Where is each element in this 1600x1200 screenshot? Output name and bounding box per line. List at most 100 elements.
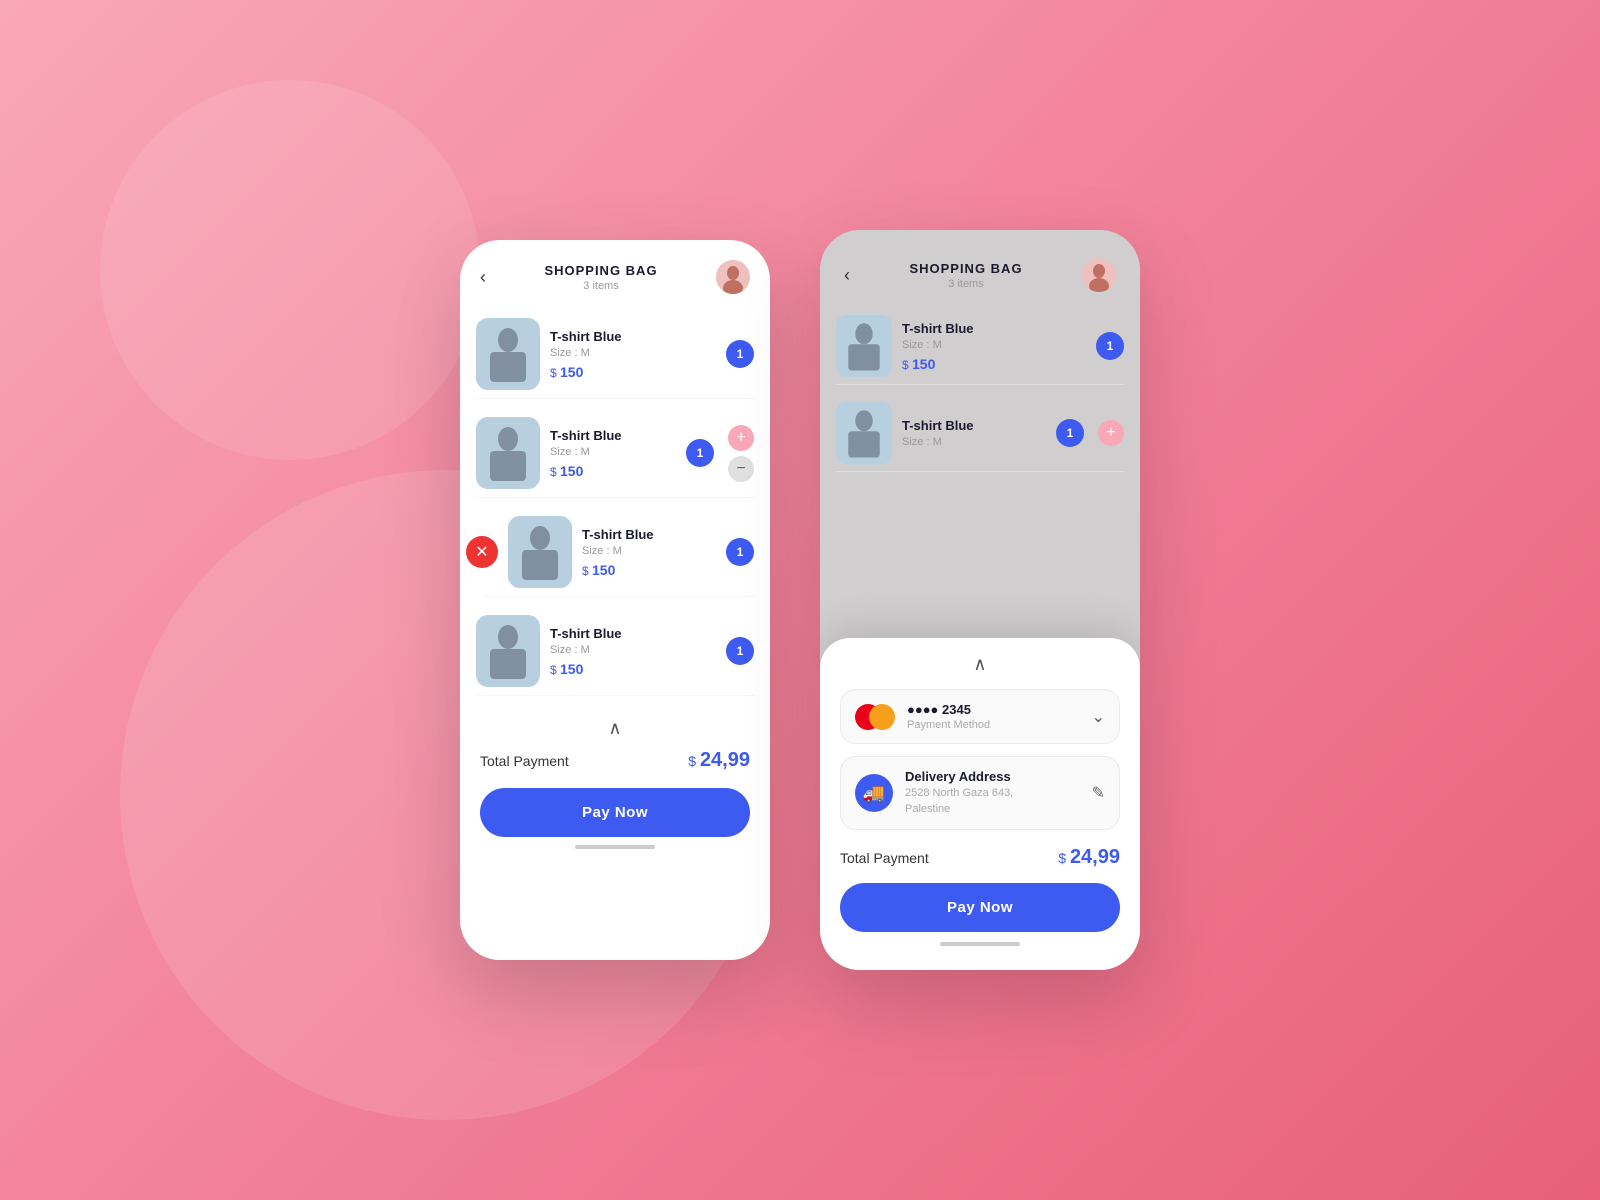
phones-container: ‹ SHOPPING BAG 3 items	[460, 230, 1140, 970]
card-number: ●●●● 2345	[907, 702, 990, 717]
right-item-info-1: T-shirt Blue Size : M $ 150	[902, 321, 1086, 372]
item-info-3: T-shirt Blue Size : M $ 150	[582, 527, 716, 578]
item-size-4: Size : M	[550, 644, 716, 656]
delivery-left: 🚚 Delivery Address 2528 North Gaza 643, …	[855, 769, 1013, 817]
payment-card-info: ●●●● 2345 Payment Method	[907, 702, 990, 731]
right-phone-header-area: ‹ SHOPPING BAG 3 items	[820, 230, 1140, 308]
phone-right: ‹ SHOPPING BAG 3 items	[820, 230, 1140, 970]
delivery-address-line1: 2528 North Gaza 643, Palestine	[905, 786, 1013, 817]
item-image-2	[476, 417, 540, 489]
card-label: Payment Method	[907, 719, 990, 731]
truck-icon: 🚚	[863, 783, 885, 804]
left-cart-list: T-shirt Blue Size : M $ 150 1 T-shirt Bl…	[460, 300, 770, 706]
avatar-right[interactable]	[1082, 258, 1116, 292]
qty-badge-4: 1	[726, 637, 754, 665]
pay-now-button-right[interactable]: Pay Now	[840, 883, 1120, 932]
right-item-price-1: $ 150	[902, 356, 1086, 372]
back-button-left[interactable]: ‹	[480, 267, 486, 288]
table-row: ✕ T-shirt Blue Size : M $ 150 1	[482, 508, 754, 597]
chevron-up-icon-left: ∧	[608, 718, 621, 739]
qty-plus-button-2[interactable]: +	[728, 425, 754, 451]
item-price-1: $ 150	[550, 364, 716, 380]
right-item-info-2: T-shirt Blue Size : M	[902, 418, 1046, 448]
phone-right-inner: ‹ SHOPPING BAG 3 items	[820, 230, 1140, 970]
right-item-image-1	[836, 314, 892, 378]
qty-badge-1: 1	[726, 340, 754, 368]
item-size-2: Size : M	[550, 446, 676, 458]
header-center-right: SHOPPING BAG 3 items	[909, 261, 1022, 290]
delivery-title: Delivery Address	[905, 769, 1013, 784]
item-price-2: $ 150	[550, 463, 676, 479]
right-qty-badge-2: 1	[1056, 419, 1084, 447]
qty-controls-2: + −	[728, 425, 754, 482]
right-item-size-2: Size : M	[902, 436, 1046, 448]
item-price-4: $ 150	[550, 661, 716, 677]
table-row: T-shirt Blue Size : M $ 150 1 + −	[476, 409, 754, 498]
table-row: T-shirt Blue Size : M $ 150 1	[476, 310, 754, 399]
right-header-title: SHOPPING BAG	[909, 261, 1022, 276]
table-row: T-shirt Blue Size : M 1 +	[836, 395, 1124, 472]
right-item-image-2	[836, 401, 892, 465]
item-size-1: Size : M	[550, 347, 716, 359]
qty-minus-button-2[interactable]: −	[728, 456, 754, 482]
pay-now-button-left[interactable]: Pay Now	[480, 788, 750, 837]
delivery-icon: 🚚	[855, 774, 893, 812]
payment-method-row[interactable]: ●●●● 2345 Payment Method ⌄	[840, 689, 1120, 744]
right-total-row: Total Payment $ 24,99	[840, 846, 1120, 869]
right-phone-header: ‹ SHOPPING BAG 3 items	[840, 250, 1120, 298]
left-total-label: Total Payment	[480, 753, 569, 769]
right-item-name-2: T-shirt Blue	[902, 418, 1046, 433]
left-bottom-panel: ∧ Total Payment $ 24,99 Pay Now	[460, 706, 770, 869]
bg-circle-medium	[100, 80, 480, 460]
right-total-amount: $ 24,99	[1058, 846, 1120, 869]
right-item-size-1: Size : M	[902, 339, 1086, 351]
chevron-down-icon[interactable]: ⌄	[1092, 707, 1105, 727]
qty-badge-2: 1	[686, 439, 714, 467]
right-item-name-1: T-shirt Blue	[902, 321, 1086, 336]
item-name-1: T-shirt Blue	[550, 329, 716, 344]
left-total-amount: $ 24,99	[688, 749, 750, 772]
table-row: T-shirt Blue Size : M $ 150 1	[836, 308, 1124, 385]
item-name-4: T-shirt Blue	[550, 626, 716, 641]
item-image-3	[508, 516, 572, 588]
item-image-1	[476, 318, 540, 390]
delivery-address-row: 🚚 Delivery Address 2528 North Gaza 643, …	[840, 756, 1120, 830]
dollar-sign-right: $	[1058, 850, 1070, 866]
item-size-3: Size : M	[582, 545, 716, 557]
item-price-3: $ 150	[582, 562, 716, 578]
edit-pencil-icon[interactable]: ✎	[1092, 783, 1105, 803]
item-info-4: T-shirt Blue Size : M $ 150	[550, 626, 716, 677]
sheet-handle[interactable]: ∧	[840, 654, 1120, 675]
phone-left: ‹ SHOPPING BAG 3 items	[460, 240, 770, 960]
delete-button-3[interactable]: ✕	[466, 536, 498, 568]
item-info-2: T-shirt Blue Size : M $ 150	[550, 428, 676, 479]
mastercard-icon	[855, 704, 895, 730]
item-info-1: T-shirt Blue Size : M $ 150	[550, 329, 716, 380]
expand-button-left[interactable]: ∧	[480, 718, 750, 739]
left-phone-header: ‹ SHOPPING BAG 3 items	[460, 240, 770, 300]
home-indicator-right	[940, 942, 1020, 946]
left-total-row: Total Payment $ 24,99	[480, 749, 750, 772]
right-header-subtitle: 3 items	[909, 278, 1022, 290]
avatar-left[interactable]	[716, 260, 750, 294]
payment-card-left: ●●●● 2345 Payment Method	[855, 702, 990, 731]
chevron-up-icon-sheet: ∧	[973, 654, 986, 675]
left-header-title: SHOPPING BAG	[544, 263, 657, 278]
table-row: T-shirt Blue Size : M $ 150 1	[476, 607, 754, 696]
dollar-sign-left: $	[688, 753, 700, 769]
right-total-label: Total Payment	[840, 850, 929, 866]
mc-circle-orange	[869, 704, 895, 730]
qty-plus-button-right-2[interactable]: +	[1098, 420, 1124, 446]
item-name-2: T-shirt Blue	[550, 428, 676, 443]
item-image-4	[476, 615, 540, 687]
left-header-subtitle: 3 items	[544, 280, 657, 292]
back-button-right[interactable]: ‹	[844, 265, 850, 286]
item-name-3: T-shirt Blue	[582, 527, 716, 542]
header-center-left: SHOPPING BAG 3 items	[544, 263, 657, 292]
right-cart-list: T-shirt Blue Size : M $ 150 1	[820, 308, 1140, 486]
qty-badge-3: 1	[726, 538, 754, 566]
delivery-info: Delivery Address 2528 North Gaza 643, Pa…	[905, 769, 1013, 817]
payment-sheet: ∧ ●●●● 2345 Payment Method ⌄	[820, 638, 1140, 970]
right-qty-badge-1: 1	[1096, 332, 1124, 360]
home-indicator-left	[575, 845, 655, 849]
